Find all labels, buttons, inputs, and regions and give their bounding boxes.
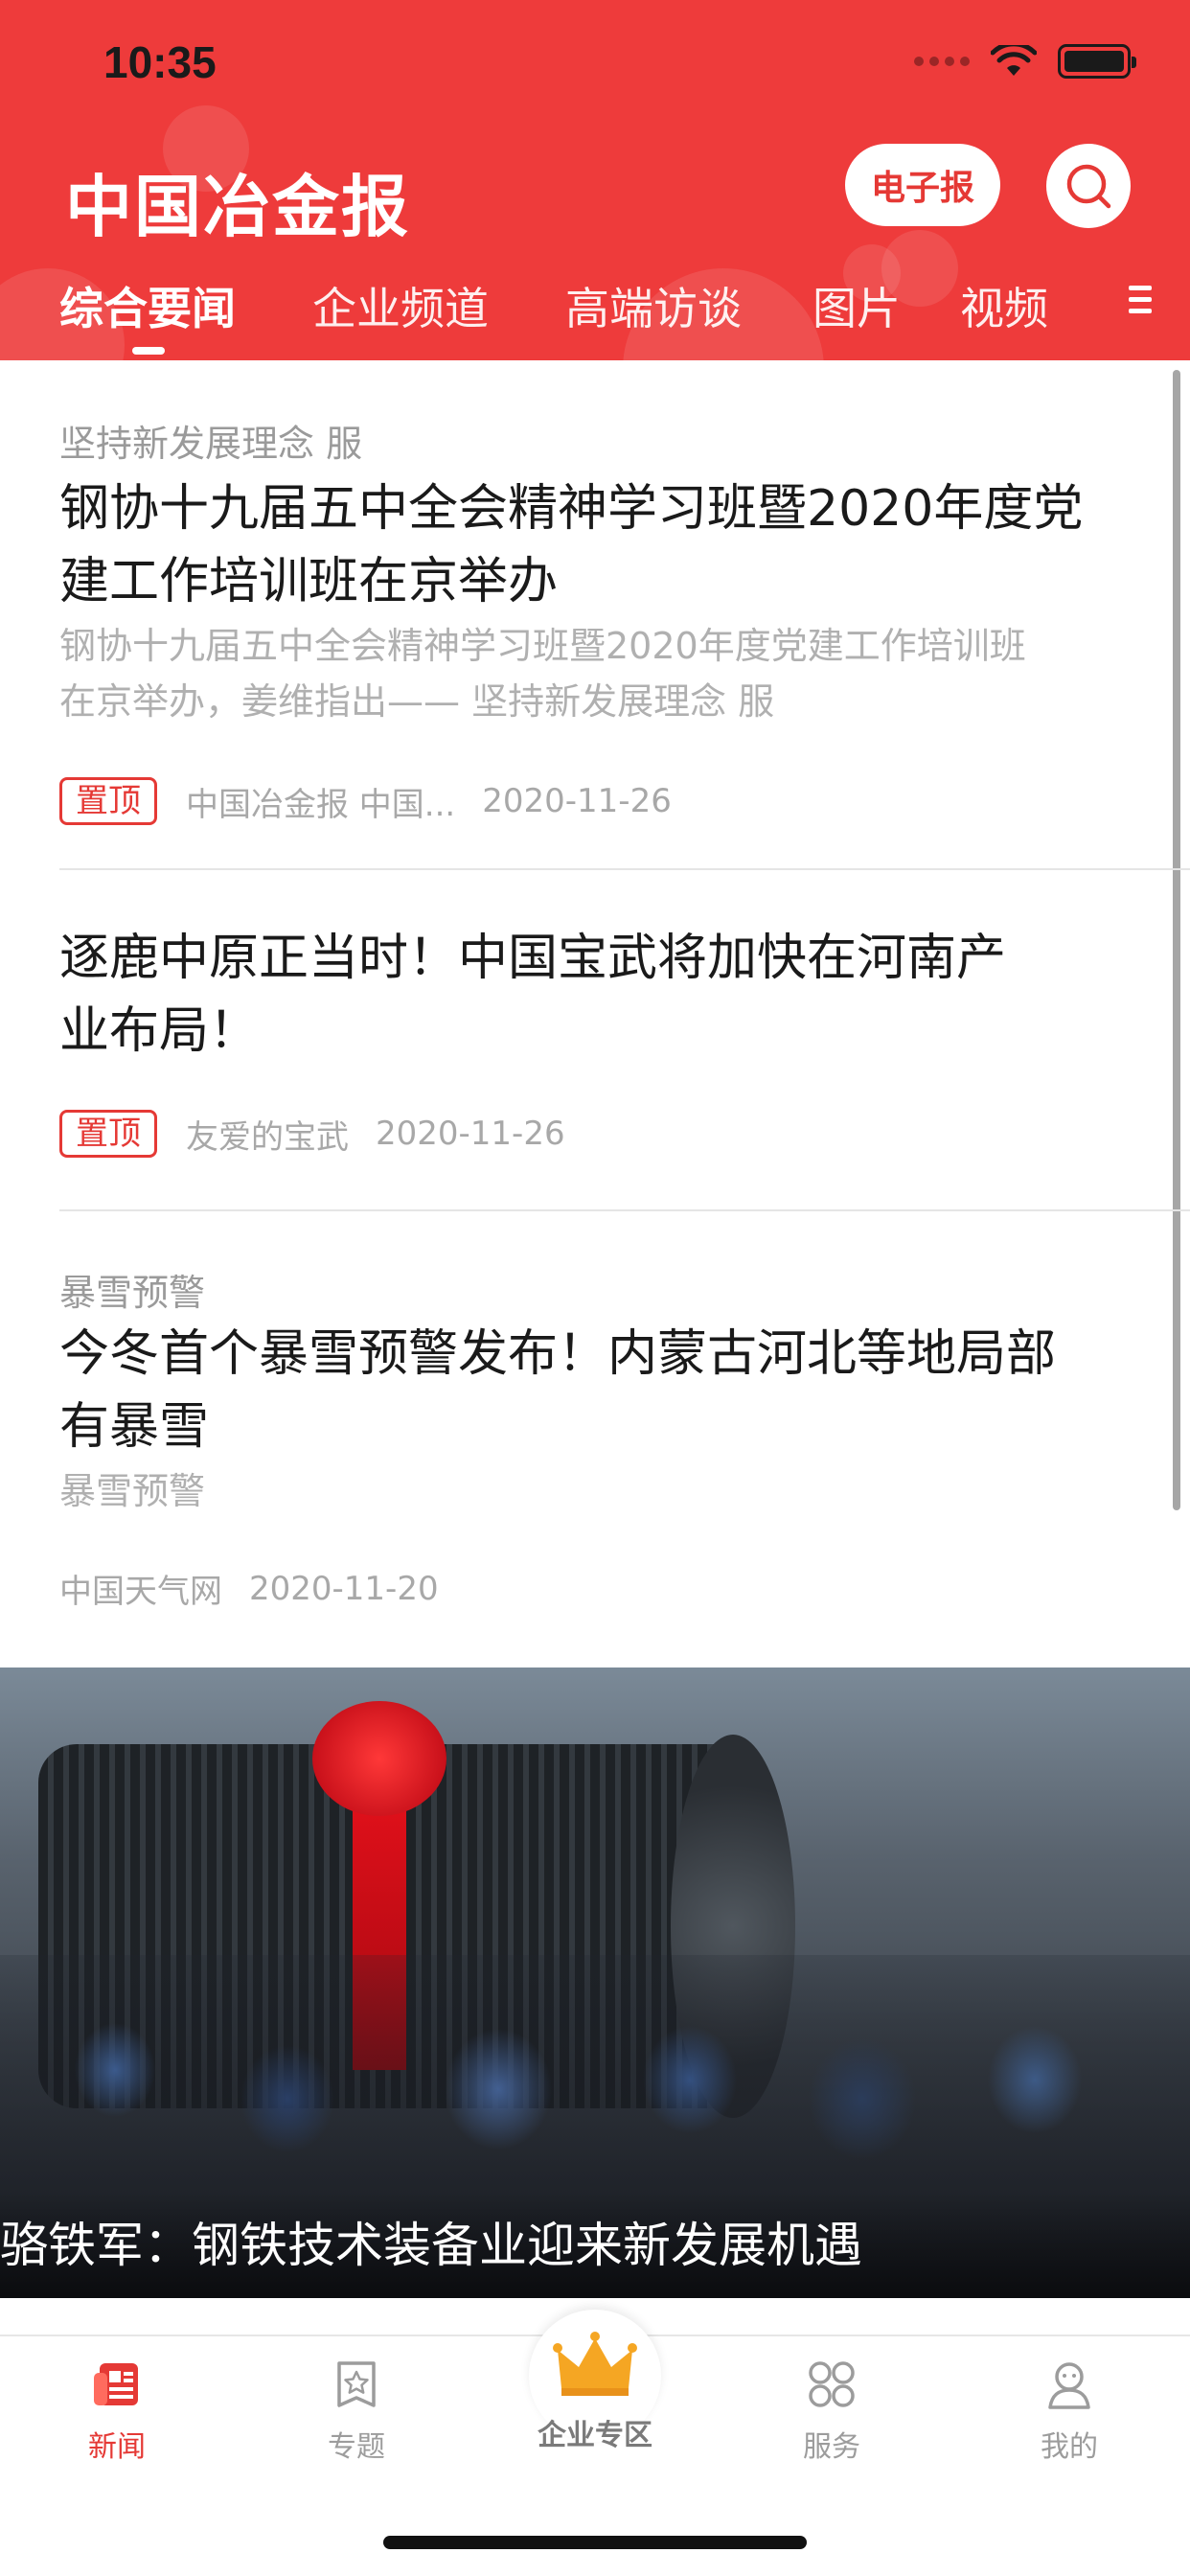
category-tabs: 综合要闻 企业频道 高端访谈 图片 视频 (0, 274, 1190, 360)
active-tab-indicator (132, 347, 165, 355)
star-badge-icon (337, 2361, 376, 2407)
nav-enterprise-zone[interactable]: 企业专区 (509, 2329, 681, 2453)
signal-icon (914, 57, 970, 66)
article-summary: 暴雪预警 (59, 1463, 1131, 1519)
article-title-line: 有暴雪 (59, 1398, 210, 1456)
divider (59, 1209, 1190, 1211)
nav-profile[interactable]: 我的 (983, 2358, 1156, 2465)
wifi-icon (991, 45, 1037, 76)
article-summary-line: 暴雪预警 (59, 1470, 206, 1512)
article-source: 中国冶金报 中国... (186, 785, 456, 824)
article-source: 中国天气网 (59, 1573, 222, 1611)
article-date: 2020-11-20 (249, 1569, 439, 1608)
nav-news[interactable]: 新闻 (31, 2358, 203, 2465)
article-summary-line: 在京举办，姜维指出—— 坚持新发展理念 服 (59, 680, 775, 723)
article-item[interactable]: 暴雪预警 今冬首个暴雪预警发布！内蒙古河北等地局部 有暴雪 暴雪预警 中国天气网… (59, 1263, 1131, 1612)
status-indicators (914, 44, 1136, 79)
article-title-line: 建工作培训班在京举办 (59, 553, 559, 610)
article-tag: 暴雪预警 (59, 1272, 206, 1314)
article-source: 友爱的宝武 (186, 1117, 349, 1157)
scrollbar[interactable] (1173, 370, 1180, 1510)
photo-news-banner[interactable]: 骆铁军：钢铁技术装备业迎来新发展机遇 (0, 1668, 1190, 2298)
article-item[interactable]: 坚持新发展理念 服 钢协十九届五中全会精神学习班暨2020年度党 建工作培训班在… (59, 414, 1131, 825)
article-meta: 中国天气网 2020-11-20 (59, 1565, 1131, 1612)
article-title-line: 逐鹿中原正当时！中国宝武将加快在河南产 (59, 930, 1007, 987)
nav-label: 我的 (1041, 2430, 1098, 2464)
pinned-badge: 置顶 (59, 777, 157, 825)
status-time: 10:35 (103, 37, 217, 87)
crown-icon (553, 2332, 637, 2396)
nav-label: 服务 (803, 2430, 860, 2464)
battery-icon (1058, 44, 1136, 79)
home-indicator[interactable] (383, 2536, 807, 2549)
article-title: 今冬首个暴雪预警发布！内蒙古河北等地局部 有暴雪 (59, 1318, 1131, 1463)
article-title: 逐鹿中原正当时！中国宝武将加快在河南产 业布局！ (59, 922, 1131, 1068)
tab-video[interactable]: 视频 (960, 274, 1048, 337)
tab-menu-icon[interactable] (1129, 286, 1152, 314)
article-meta: 置顶 中国冶金报 中国... 2020-11-26 (59, 777, 1131, 825)
nav-label: 专题 (328, 2430, 385, 2464)
tab-general-news[interactable]: 综合要闻 (59, 274, 236, 337)
nav-label: 企业专区 (538, 2419, 652, 2452)
user-icon (1048, 2362, 1090, 2409)
article-date: 2020-11-26 (376, 1115, 565, 1153)
newspaper-icon (94, 2363, 138, 2405)
tab-interviews[interactable]: 高端访谈 (565, 274, 742, 337)
article-meta: 置顶 友爱的宝武 2020-11-26 (59, 1110, 1131, 1158)
article-title-line: 业布局！ (59, 1002, 260, 1060)
divider (59, 868, 1190, 870)
nav-topics[interactable]: 专题 (270, 2358, 443, 2465)
app-logo: 中国冶金报 (65, 167, 410, 246)
pinned-badge: 置顶 (59, 1110, 157, 1158)
article-summary-line: 钢协十九届五中全会精神学习班暨2020年度党建工作培训班 (59, 625, 1026, 667)
red-ribbon-flower-image (312, 1701, 446, 1816)
nav-services[interactable]: 服务 (745, 2358, 918, 2465)
article-title: 钢协十九届五中全会精神学习班暨2020年度党 建工作培训班在京举办 (59, 472, 1131, 618)
app-header: 10:35 中国冶金报 电子报 综合要闻 企业频道 高端访谈 图片 视频 (0, 0, 1190, 360)
epaper-button[interactable]: 电子报 (845, 144, 1000, 226)
article-tag: 坚持新发展理念 服 (59, 423, 363, 465)
article-item[interactable]: 逐鹿中原正当时！中国宝武将加快在河南产 业布局！ 置顶 友爱的宝武 2020-1… (59, 922, 1131, 1158)
search-icon (1066, 164, 1111, 209)
grid-icon (809, 2361, 855, 2407)
tab-enterprise[interactable]: 企业频道 (312, 274, 489, 337)
search-button[interactable] (1046, 144, 1131, 228)
article-date: 2020-11-26 (482, 782, 672, 820)
article-title-line: 今冬首个暴雪预警发布！内蒙古河北等地局部 (59, 1325, 1057, 1383)
photo-caption: 骆铁军：钢铁技术装备业迎来新发展机遇 (0, 2193, 1190, 2298)
article-summary: 钢协十九届五中全会精神学习班暨2020年度党建工作培训班 在京举办，姜维指出——… (59, 618, 1131, 729)
nav-label: 新闻 (88, 2430, 146, 2464)
article-title-line: 钢协十九届五中全会精神学习班暨2020年度党 (59, 480, 1084, 538)
tab-pictures[interactable]: 图片 (812, 274, 901, 337)
